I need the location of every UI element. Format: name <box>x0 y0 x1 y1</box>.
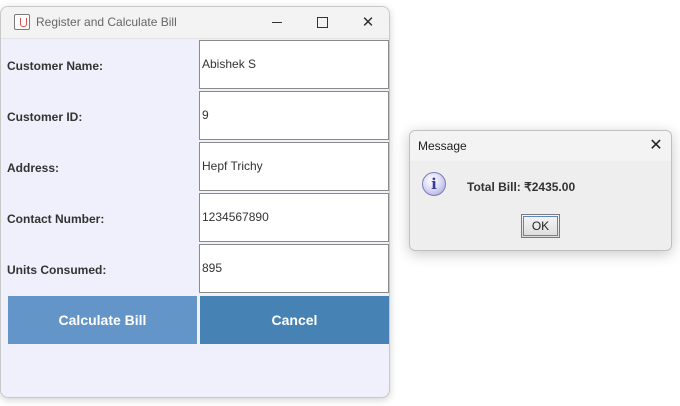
message-dialog: Message ✕ i Total Bill: ₹2435.00 OK <box>409 130 672 251</box>
dialog-close-button[interactable]: ✕ <box>646 135 666 155</box>
window-title: Register and Calculate Bill <box>36 15 177 29</box>
customer-id-label: Customer ID: <box>7 110 83 124</box>
units-consumed-field[interactable]: 895 <box>199 244 389 293</box>
address-field[interactable]: Hepf Trichy <box>199 142 389 191</box>
customer-name-label: Customer Name: <box>7 59 104 73</box>
total-bill-message: Total Bill: ₹2435.00 <box>467 180 576 194</box>
minimize-button[interactable] <box>263 12 291 32</box>
window-titlebar[interactable]: Register and Calculate Bill ✕ <box>1 7 389 39</box>
calculate-bill-button[interactable]: Calculate Bill <box>8 296 197 344</box>
customer-name-field[interactable]: Abishek S <box>199 40 389 89</box>
address-label: Address: <box>7 161 60 175</box>
units-consumed-label: Units Consumed: <box>7 263 107 277</box>
ok-button[interactable]: OK <box>521 214 560 238</box>
dialog-title: Message <box>418 139 467 153</box>
info-icon: i <box>422 172 446 196</box>
register-window: Register and Calculate Bill ✕ Customer N… <box>0 6 390 398</box>
contact-number-field[interactable]: 1234567890 <box>199 193 389 242</box>
contact-number-label: Contact Number: <box>7 212 105 226</box>
maximize-button[interactable] <box>308 12 336 32</box>
close-button[interactable]: ✕ <box>354 12 382 32</box>
java-app-icon <box>14 14 30 30</box>
customer-id-field[interactable]: 9 <box>199 91 389 140</box>
cancel-button[interactable]: Cancel <box>200 296 389 344</box>
dialog-titlebar[interactable]: Message ✕ <box>410 131 671 161</box>
